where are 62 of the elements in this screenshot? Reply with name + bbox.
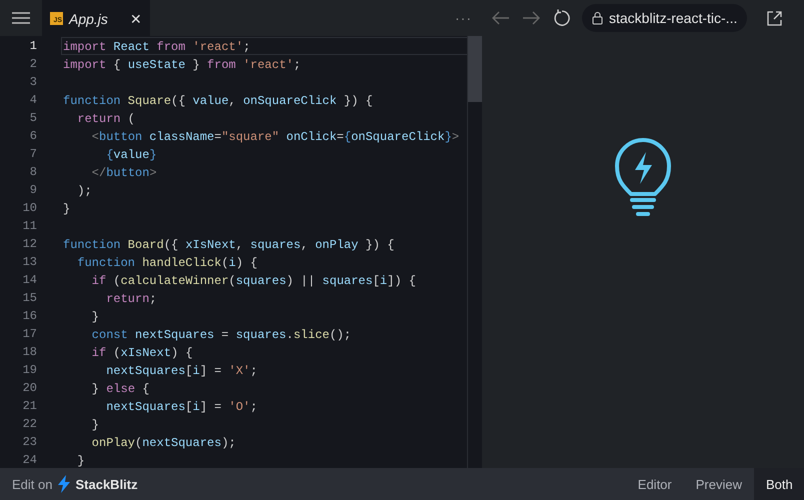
reload-button[interactable] bbox=[552, 9, 570, 27]
line-number: 22 bbox=[22, 417, 37, 431]
code-line: onPlay(nextSquares); bbox=[90, 435, 237, 451]
view-tab[interactable]: Editor bbox=[626, 468, 684, 500]
code-line: function Square({ value, onSquareClick }) { bbox=[62, 93, 374, 109]
code-line: } else { bbox=[90, 381, 150, 397]
line-number: 3 bbox=[28, 75, 37, 89]
forward-button[interactable] bbox=[522, 11, 540, 25]
lock-icon bbox=[592, 11, 603, 25]
close-tab-button[interactable]: ✕ bbox=[130, 10, 142, 26]
line-number: 20 bbox=[22, 381, 37, 395]
more-button[interactable]: ··· bbox=[455, 10, 472, 26]
url-field[interactable]: stackblitz-react-tic-... bbox=[582, 4, 748, 32]
line-number: 24 bbox=[22, 453, 37, 467]
code-line: if (calculateWinner(squares) || squares[i]) { bbox=[90, 273, 417, 289]
line-number: 15 bbox=[22, 291, 37, 305]
stackblitz-link[interactable]: StackBlitz bbox=[75, 476, 138, 492]
code-line: if (xIsNext) { bbox=[90, 345, 194, 361]
line-number: 4 bbox=[28, 93, 37, 107]
code-line: } bbox=[62, 201, 72, 217]
code-line: </button> bbox=[90, 165, 158, 181]
view-tab[interactable]: Both bbox=[754, 468, 804, 500]
line-number: 8 bbox=[28, 165, 37, 179]
code-line: import { useState } from 'react'; bbox=[62, 57, 302, 73]
line-number: 23 bbox=[22, 435, 37, 449]
line-number: 11 bbox=[22, 219, 37, 233]
code-line: const nextSquares = squares.slice(); bbox=[90, 327, 352, 343]
line-number: 19 bbox=[22, 363, 37, 377]
code-line: return; bbox=[105, 291, 158, 307]
lightning-icon bbox=[58, 475, 70, 493]
line-number: 2 bbox=[28, 57, 37, 71]
code-line: <button className="square" onClick={onSquareClick}> bbox=[90, 129, 460, 145]
line-number: 13 bbox=[22, 255, 37, 269]
line-number: 14 bbox=[22, 273, 37, 287]
line-number: 1 bbox=[28, 39, 37, 53]
code-line: function handleClick(i) { bbox=[76, 255, 258, 271]
line-number: 17 bbox=[22, 327, 37, 341]
line-number: 9 bbox=[28, 183, 37, 197]
line-number: 18 bbox=[22, 345, 37, 359]
line-number: 5 bbox=[28, 111, 37, 125]
code-line: } bbox=[76, 453, 86, 469]
line-number: 6 bbox=[28, 129, 37, 143]
code-line: return ( bbox=[76, 111, 136, 127]
code-line: ); bbox=[76, 183, 93, 199]
line-number: 10 bbox=[22, 201, 37, 215]
code-line: } bbox=[90, 309, 100, 325]
code-line: function Board({ xIsNext, squares, onPlay }) { bbox=[62, 237, 396, 253]
back-button[interactable] bbox=[492, 11, 510, 25]
scrollbar-thumb[interactable] bbox=[468, 36, 482, 102]
line-number: 16 bbox=[22, 309, 37, 323]
view-tab[interactable]: Preview bbox=[684, 468, 754, 500]
open-new-window-button[interactable] bbox=[767, 10, 782, 26]
line-number: 12 bbox=[22, 237, 37, 251]
code-line: } bbox=[90, 417, 100, 433]
code-line: nextSquares[i] = 'X'; bbox=[105, 363, 258, 379]
menu-icon bbox=[11, 11, 31, 25]
edit-on-label: Edit on bbox=[12, 476, 52, 492]
code-line: import React from 'react'; bbox=[61, 37, 467, 55]
line-number: 7 bbox=[28, 147, 37, 161]
code-line: nextSquares[i] = 'O'; bbox=[105, 399, 258, 415]
code-line: {value} bbox=[105, 147, 158, 163]
line-number: 21 bbox=[22, 399, 37, 413]
